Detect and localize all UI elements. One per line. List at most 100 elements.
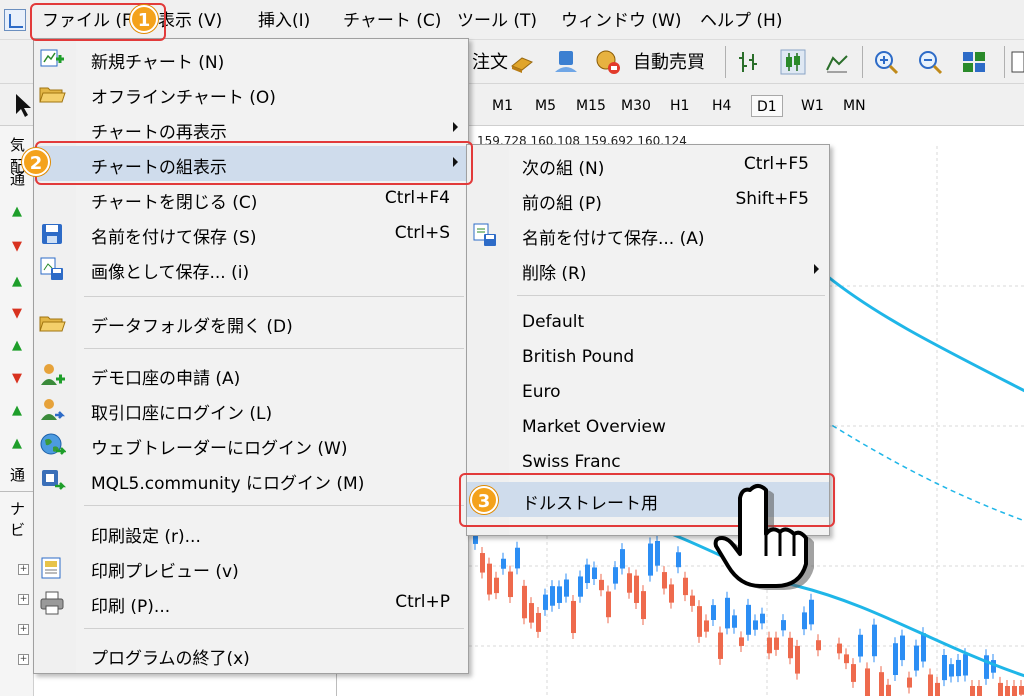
menu-item-offline-chart[interactable]: オフラインチャート (O) bbox=[34, 76, 468, 111]
candle-body bbox=[508, 571, 513, 598]
timeframe-m1[interactable]: M1 bbox=[487, 95, 518, 117]
candle-body bbox=[760, 613, 765, 624]
globe-icon bbox=[40, 433, 66, 455]
menu-help[interactable]: ヘルプ (H) bbox=[700, 0, 782, 40]
candle-body bbox=[984, 655, 989, 679]
candle-body bbox=[746, 604, 751, 635]
candle-body bbox=[739, 637, 744, 646]
menu-item-label: デモ口座の申請 (A) bbox=[91, 369, 241, 389]
tree-expand-icon[interactable]: + bbox=[18, 624, 29, 635]
candle-body bbox=[704, 620, 709, 632]
bar-chart-icon[interactable] bbox=[735, 48, 763, 76]
menu-item-profile-euro[interactable]: Euro bbox=[467, 375, 829, 410]
menu-item-profile-market-overview[interactable]: Market Overview bbox=[467, 410, 829, 445]
candle-body bbox=[501, 558, 506, 569]
panel-divider bbox=[0, 491, 34, 492]
save-image-icon bbox=[40, 257, 63, 280]
moving-average-line bbox=[826, 274, 1024, 393]
menu-item-delete-profile[interactable]: 削除 (R) bbox=[467, 252, 829, 287]
menu-item-label: 前の組 (P) bbox=[522, 194, 602, 214]
menu-item-profile-default[interactable]: Default bbox=[467, 305, 829, 340]
menu-item-label: 印刷 (P)... bbox=[91, 597, 171, 617]
menu-item-print-setup[interactable]: 印刷設定 (r)... bbox=[34, 515, 468, 550]
timeframe-h4[interactable]: H4 bbox=[707, 95, 736, 117]
menu-item-print[interactable]: 印刷 (P)... Ctrl+P bbox=[34, 585, 468, 620]
menu-item-save-as[interactable]: 名前を付けて保存 (S) Ctrl+S bbox=[34, 216, 468, 251]
menu-view[interactable]: 表示 (V) bbox=[158, 0, 222, 40]
candlestick-chart-icon[interactable] bbox=[779, 48, 807, 76]
menu-item-shortcut: Ctrl+P bbox=[395, 592, 450, 612]
menu-item-demo-account[interactable]: デモ口座の申請 (A) bbox=[34, 357, 468, 392]
candle-body bbox=[1019, 686, 1024, 695]
menu-item-next-profile[interactable]: 次の組 (N) Ctrl+F5 bbox=[467, 147, 829, 182]
terminal-icon[interactable] bbox=[552, 48, 580, 76]
candle-body bbox=[893, 643, 898, 676]
menu-item-shortcut: Ctrl+F4 bbox=[384, 188, 450, 208]
menu-item-webtrader-login[interactable]: ウェブトレーダーにログイン (W) bbox=[34, 427, 468, 462]
timeframe-mn[interactable]: MN bbox=[838, 95, 871, 117]
timeframe-m15[interactable]: M15 bbox=[571, 95, 611, 117]
timeframe-h1[interactable]: H1 bbox=[665, 95, 694, 117]
menu-item-exit[interactable]: プログラムの終了(x) bbox=[34, 637, 468, 672]
menu-item-profile-british-pound[interactable]: British Pound bbox=[467, 340, 829, 375]
menu-item-new-chart[interactable]: 新規チャート (N) bbox=[34, 41, 468, 76]
menu-item-print-preview[interactable]: 印刷プレビュー (v) bbox=[34, 550, 468, 585]
print-preview-icon bbox=[41, 557, 61, 579]
tree-expand-icon[interactable]: + bbox=[18, 654, 29, 665]
candle-body bbox=[620, 549, 625, 569]
timeframe-d1[interactable]: D1 bbox=[751, 95, 783, 117]
candle-body bbox=[844, 654, 849, 664]
tile-windows-icon[interactable] bbox=[960, 48, 988, 76]
auto-trading-icon[interactable] bbox=[594, 48, 622, 76]
menu-item-label: チャートを閉じる (C) bbox=[91, 193, 258, 213]
candle-body bbox=[907, 677, 912, 688]
app-icon bbox=[4, 9, 26, 31]
menu-item-label: 印刷プレビュー (v) bbox=[91, 562, 239, 582]
line-chart-icon[interactable] bbox=[823, 48, 851, 76]
new-order-button[interactable]: 注文 bbox=[472, 48, 508, 74]
candle-body bbox=[816, 640, 821, 651]
tree-expand-icon[interactable]: + bbox=[18, 594, 29, 605]
candle-body bbox=[942, 654, 947, 681]
menu-item-previous-profile[interactable]: 前の組 (P) Shift+F5 bbox=[467, 182, 829, 217]
menu-item-open-data-folder[interactable]: データフォルダを開く (D) bbox=[34, 305, 468, 340]
menu-item-label: 画像として保存... (i) bbox=[91, 263, 250, 283]
candle-body bbox=[585, 564, 590, 584]
submenu-arrow-icon bbox=[453, 122, 458, 132]
candle-body bbox=[529, 603, 534, 623]
menu-chart[interactable]: チャート (C) bbox=[343, 0, 441, 40]
zoom-out-icon[interactable] bbox=[916, 48, 944, 76]
candle-body bbox=[487, 563, 492, 595]
menu-item-save-image[interactable]: 画像として保存... (i) bbox=[34, 251, 468, 286]
zoom-in-icon[interactable] bbox=[872, 48, 900, 76]
market-watch-bottom-tab[interactable]: 通 bbox=[10, 464, 25, 485]
menu-item-save-profile[interactable]: 名前を付けて保存... (A) bbox=[467, 217, 829, 252]
candle-body bbox=[865, 668, 870, 696]
up-arrow-icon: ▲ bbox=[12, 338, 22, 353]
candle-body bbox=[683, 577, 688, 596]
timeframe-w1[interactable]: W1 bbox=[796, 95, 829, 117]
candle-body bbox=[802, 612, 807, 630]
submenu-arrow-icon bbox=[814, 264, 819, 274]
market-watch-tab[interactable]: 通 bbox=[10, 168, 25, 189]
menu-tools[interactable]: ツール (T) bbox=[457, 0, 537, 40]
timeframe-m5[interactable]: M5 bbox=[530, 95, 561, 117]
menu-separator bbox=[84, 505, 464, 506]
moving-average-dashed-line bbox=[816, 415, 1024, 522]
auto-trading-button[interactable]: 自動売買 bbox=[633, 48, 705, 74]
new-chart-icon bbox=[40, 49, 64, 67]
menu-item-close-chart[interactable]: チャートを閉じる (C) Ctrl+F4 bbox=[34, 181, 468, 216]
cursor-icon[interactable] bbox=[8, 91, 36, 119]
save-profile-icon bbox=[473, 223, 496, 246]
timeframe-m30[interactable]: M30 bbox=[616, 95, 656, 117]
menu-item-mql5-login[interactable]: MQL5.community にログイン (M) bbox=[34, 462, 468, 497]
scroll-chart-icon[interactable] bbox=[1010, 48, 1024, 76]
menu-item-trade-login[interactable]: 取引口座にログイン (L) bbox=[34, 392, 468, 427]
menu-window[interactable]: ウィンドウ (W) bbox=[561, 0, 681, 40]
gold-bar-icon[interactable] bbox=[508, 48, 536, 76]
menu-insert[interactable]: 挿入(I) bbox=[258, 0, 310, 40]
candle-body bbox=[851, 664, 856, 682]
candle-body bbox=[494, 577, 499, 594]
tree-expand-icon[interactable]: + bbox=[18, 564, 29, 575]
menu-item-label: オフラインチャート (O) bbox=[91, 88, 276, 108]
